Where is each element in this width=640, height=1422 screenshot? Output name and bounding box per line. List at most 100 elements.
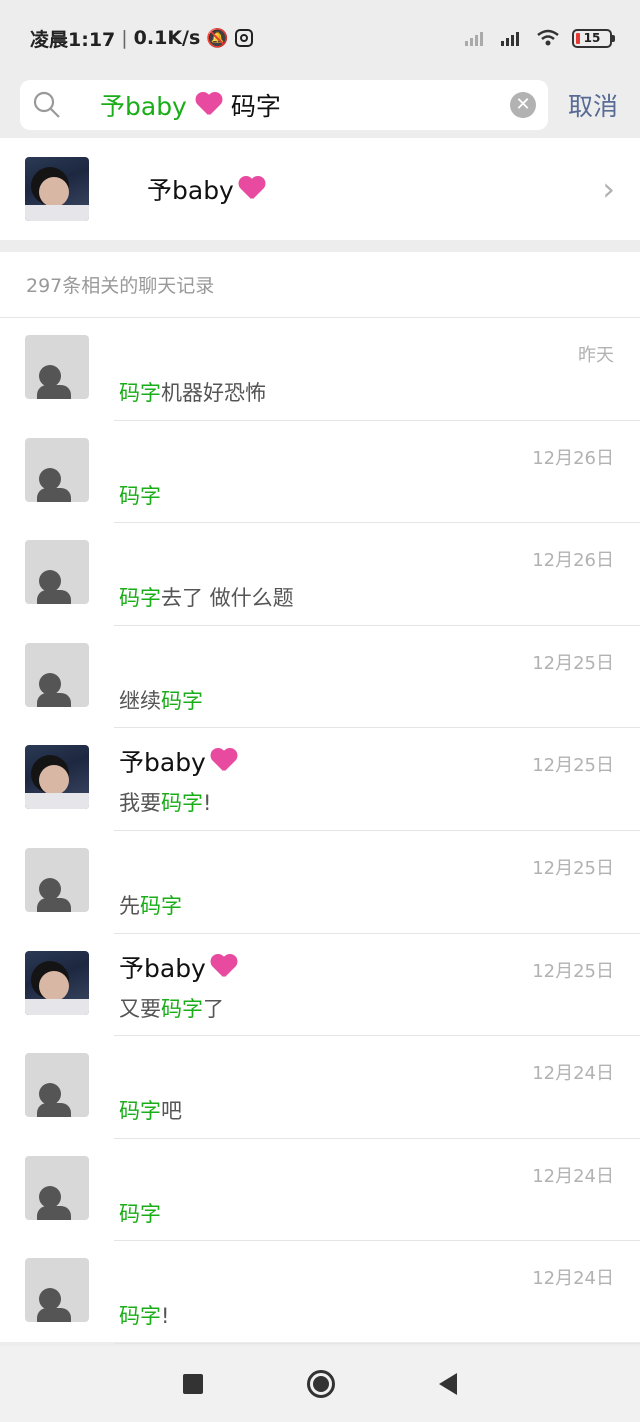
record-time: 12月24日: [532, 1063, 614, 1085]
contact-result[interactable]: 予baby ›: [0, 138, 640, 240]
record-message: 继续码字: [119, 685, 614, 715]
record-time: 12月25日: [532, 857, 614, 879]
list-item[interactable]: 码字 12月26日: [0, 421, 640, 524]
search-input[interactable]: 予baby 码字 ✕: [20, 80, 548, 130]
status-time: 凌晨1:17: [30, 28, 116, 51]
instagram-icon: [234, 29, 253, 47]
record-message-kw: 码字: [140, 893, 182, 918]
record-message: 码字!: [119, 1300, 614, 1330]
record-message-pre: 我要: [119, 791, 161, 816]
network-speed: 0.1K/s: [133, 27, 201, 49]
status-bar: 凌晨1:17 | 0.1K/s 🔕 15: [0, 0, 640, 76]
record-body: 码字! 12月24日: [119, 1258, 614, 1328]
record-message-post: !: [203, 791, 212, 816]
heart-emoji-icon: [210, 955, 238, 979]
record-time: 12月24日: [532, 1268, 614, 1290]
search-query[interactable]: 予baby 码字: [100, 87, 281, 123]
record-body: 继续码字 12月25日: [119, 643, 614, 713]
record-message: 码字: [119, 480, 614, 510]
record-body: 码字去了 做什么题 12月26日: [119, 540, 614, 610]
search-query-name: 予baby: [100, 92, 187, 121]
record-body: 码字 12月26日: [119, 438, 614, 508]
record-message-post: 去了 做什么题: [161, 586, 294, 611]
chevron-right-icon: ›: [602, 170, 615, 208]
record-message-pre: 又要: [119, 996, 161, 1021]
list-item[interactable]: 码字机器好恐怖 昨天: [0, 318, 640, 421]
record-message-post: 机器好恐怖: [161, 381, 266, 405]
no-signal-icon: [465, 32, 483, 46]
records-count-header: 297条相关的聊天记录: [0, 252, 640, 318]
record-sender-name: 予baby: [119, 953, 206, 983]
list-item[interactable]: 予baby 我要码字! 12月25日: [0, 728, 640, 831]
record-time: 12月25日: [532, 960, 614, 982]
record-body: 码字 12月24日: [119, 1156, 614, 1226]
heart-emoji-icon: [210, 749, 238, 773]
clear-icon[interactable]: ✕: [510, 92, 536, 118]
avatar: [25, 1053, 89, 1118]
search-icon: [33, 91, 60, 118]
search-query-keyword: 码字: [230, 92, 281, 121]
record-message: 又要码字了: [119, 993, 614, 1023]
avatar: [25, 1258, 89, 1323]
record-message-kw: 码字: [119, 1304, 161, 1329]
record-time: 12月25日: [532, 755, 614, 777]
chat-records: 297条相关的聊天记录 码字机器好恐怖 昨天 码字 12月26日 码字去了 做什么题 12…: [0, 252, 640, 1344]
list-item[interactable]: 继续码字 12月25日: [0, 626, 640, 729]
avatar: [25, 157, 89, 221]
search-row: 予baby 码字 ✕ 取消: [0, 74, 640, 136]
cancel-button[interactable]: 取消: [568, 87, 618, 123]
record-message: 码字去了 做什么题: [119, 582, 614, 612]
contact-name: 予baby: [147, 171, 266, 207]
record-time: 12月26日: [532, 447, 614, 469]
record-message-post: 吧: [161, 1099, 182, 1124]
record-message: 码字: [119, 1198, 614, 1228]
record-list: 码字机器好恐怖 昨天 码字 12月26日 码字去了 做什么题 12月26日 继续码字 12月2…: [0, 318, 640, 1344]
record-sender: [119, 335, 614, 367]
record-message-kw: 码字: [161, 791, 203, 816]
signal-icon: [501, 32, 519, 46]
list-item[interactable]: 先码字 12月25日: [0, 831, 640, 934]
wifi-icon: [537, 29, 559, 46]
avatar: [25, 745, 89, 810]
list-item[interactable]: 码字! 12月24日: [0, 1241, 640, 1344]
list-item[interactable]: 码字吧 12月24日: [0, 1036, 640, 1139]
recents-button[interactable]: [183, 1374, 203, 1394]
record-message: 我要码字!: [119, 787, 614, 817]
record-body: 予baby 又要码字了 12月25日: [119, 951, 614, 1021]
heart-emoji-icon: [195, 93, 223, 117]
record-sender-name: 予baby: [119, 748, 206, 778]
record-body: 予baby 我要码字! 12月25日: [119, 745, 614, 815]
avatar: [25, 437, 89, 502]
record-message-kw: 码字: [119, 1099, 161, 1124]
avatar: [25, 642, 89, 707]
avatar: [25, 847, 89, 912]
record-message-pre: 先: [119, 893, 140, 918]
record-body: 先码字 12月25日: [119, 848, 614, 918]
record-message: 先码字: [119, 890, 614, 920]
list-item[interactable]: 码字 12月24日: [0, 1139, 640, 1242]
record-body: 码字机器好恐怖 昨天: [119, 335, 614, 405]
battery-level: 15: [583, 31, 601, 45]
record-body: 码字吧 12月24日: [119, 1053, 614, 1123]
record-message-kw: 码字: [119, 1201, 161, 1226]
record-message-kw: 码字: [119, 586, 161, 611]
home-button[interactable]: [307, 1370, 335, 1398]
record-message: 码字吧: [119, 1095, 614, 1125]
record-message-pre: 继续: [119, 688, 161, 713]
list-item[interactable]: 予baby 又要码字了 12月25日: [0, 934, 640, 1037]
status-separator: |: [121, 27, 128, 49]
record-time: 12月26日: [532, 550, 614, 572]
record-message-kw: 码字: [119, 381, 161, 405]
battery-icon: 15: [572, 28, 615, 48]
record-message: 码字机器好恐怖: [119, 377, 614, 407]
record-message-post: 了: [203, 996, 224, 1021]
record-time: 昨天: [578, 345, 614, 366]
record-message-kw: 码字: [161, 996, 203, 1021]
back-button[interactable]: [439, 1373, 457, 1395]
avatar: [25, 1155, 89, 1220]
record-time: 12月25日: [532, 652, 614, 674]
record-message-kw: 码字: [161, 688, 203, 713]
avatar: [25, 540, 89, 605]
list-item[interactable]: 码字去了 做什么题 12月26日: [0, 523, 640, 626]
nav-bar: [0, 1346, 640, 1422]
